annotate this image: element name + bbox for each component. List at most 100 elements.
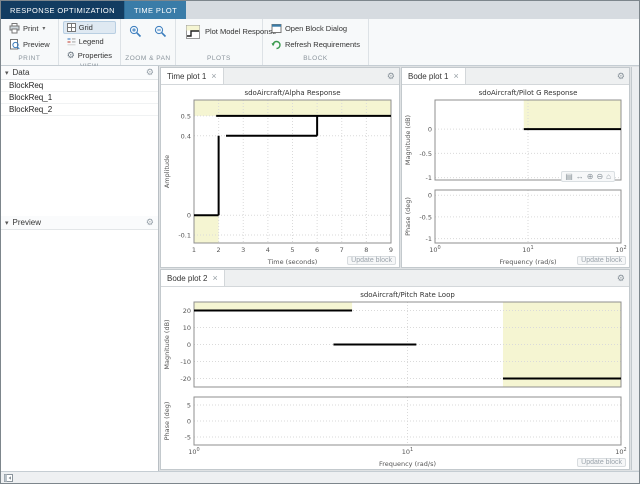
item-label: BlockReq_2: [9, 105, 52, 114]
tab-time-plot-1[interactable]: Time plot 1 ×: [161, 68, 224, 84]
tab-label: Bode plot 1: [408, 72, 448, 81]
print-label: Print: [23, 24, 38, 33]
svg-text:Frequency (rad/s): Frequency (rad/s): [499, 258, 556, 266]
sidebar-item-blockreq-1[interactable]: BlockReq_1: [1, 92, 158, 104]
gear-icon[interactable]: ⚙: [613, 273, 629, 284]
tab-label: TIME PLOT: [134, 6, 177, 15]
svg-text:102: 102: [615, 447, 626, 456]
svg-text:-20: -20: [180, 375, 191, 383]
svg-text:Frequency (rad/s): Frequency (rad/s): [379, 460, 436, 468]
toolbar-group-print: Print ▾ Preview PRINT: [1, 19, 59, 65]
tab-label: Bode plot 2: [167, 274, 207, 283]
svg-text:6: 6: [315, 246, 319, 254]
tab-bode-plot-2[interactable]: Bode plot 2 ×: [161, 270, 225, 286]
zoom-out-icon[interactable]: ⊖: [595, 172, 604, 181]
svg-text:Time (seconds): Time (seconds): [267, 258, 318, 266]
bode2-magnitude-canvas: 20100-10-20sdoAircraft/Pitch Rate LoopMa…: [161, 287, 629, 392]
zoom-in-button[interactable]: [125, 23, 146, 40]
bode1-magnitude-canvas: 0-0.5-1sdoAircraft/Pilot G ResponseMagni…: [402, 85, 629, 185]
preview-section-header[interactable]: ▾ Preview ⚙: [1, 216, 158, 230]
svg-text:20: 20: [183, 307, 191, 315]
dock-scrollbar[interactable]: [631, 67, 639, 470]
plot-model-response-label: Plot Model Response: [205, 28, 253, 37]
gear-icon[interactable]: ⚙: [613, 71, 629, 82]
svg-text:100: 100: [188, 447, 199, 456]
item-label: BlockReq: [9, 81, 43, 90]
gear-icon[interactable]: ⚙: [383, 71, 399, 82]
svg-text:-0.1: -0.1: [178, 232, 191, 240]
axes-toolbar: ▤ ↔ ⊕ ⊖ ⌂: [561, 171, 615, 182]
update-block-link[interactable]: Update block: [347, 256, 396, 265]
group-label-plots: PLOTS: [180, 54, 258, 65]
group-label-zoom-pan: ZOOM & PAN: [125, 54, 171, 65]
svg-text:sdoAircraft/Alpha Response: sdoAircraft/Alpha Response: [244, 89, 340, 97]
preview-icon: [9, 39, 20, 50]
dock-toggle-icon[interactable]: [4, 474, 13, 482]
toolbar-group-block: Open Block Dialog Refresh Requirements B…: [263, 19, 369, 65]
toolstrip: Print ▾ Preview PRINT: [1, 19, 639, 66]
tab-time-plot[interactable]: TIME PLOT: [124, 1, 186, 19]
sidebar-item-blockreq[interactable]: BlockReq: [1, 80, 158, 92]
svg-text:2: 2: [217, 246, 221, 254]
export-icon[interactable]: ▤: [564, 172, 574, 181]
plot-model-response-button[interactable]: Plot Model Response: [180, 21, 258, 43]
svg-text:0: 0: [187, 418, 191, 426]
svg-text:sdoAircraft/Pitch Rate Loop: sdoAircraft/Pitch Rate Loop: [360, 291, 455, 299]
svg-text:5: 5: [290, 246, 294, 254]
legend-toggle-button[interactable]: Legend: [63, 35, 116, 48]
close-icon[interactable]: ×: [453, 71, 458, 81]
panel-tabbar: Time plot 1 × ⚙: [161, 68, 399, 85]
svg-text:Phase (deg): Phase (deg): [163, 402, 171, 441]
print-button[interactable]: Print ▾: [5, 21, 54, 36]
svg-text:0.5: 0.5: [181, 112, 191, 120]
svg-text:0: 0: [428, 192, 432, 200]
legend-icon: [67, 37, 76, 46]
gear-icon[interactable]: ⚙: [146, 217, 154, 228]
tab-label: RESPONSE OPTIMIZATION: [10, 6, 115, 15]
svg-text:4: 4: [266, 246, 270, 254]
toolbar-group-zoom-pan: ZOOM & PAN: [121, 19, 176, 65]
sidebar-item-blockreq-2[interactable]: BlockReq_2: [1, 104, 158, 116]
close-icon[interactable]: ×: [212, 273, 217, 283]
svg-text:102: 102: [615, 245, 626, 254]
data-section-header[interactable]: ▾ Data ⚙: [1, 66, 158, 80]
home-icon[interactable]: ⌂: [605, 172, 612, 181]
preview-label: Preview: [23, 40, 50, 49]
bode2-phase-canvas: 50-5100101102Frequency (rad/s)Phase (deg…: [161, 392, 629, 469]
pan-icon[interactable]: ↔: [575, 172, 585, 181]
update-block-link[interactable]: Update block: [577, 458, 626, 467]
panel-tabbar: Bode plot 1 × ⚙: [402, 68, 629, 85]
svg-text:3: 3: [241, 246, 245, 254]
svg-text:101: 101: [522, 245, 533, 254]
close-icon[interactable]: ×: [211, 71, 216, 81]
svg-text:10: 10: [183, 324, 191, 332]
grid-toggle-button[interactable]: Grid: [63, 21, 116, 34]
group-label-print: PRINT: [5, 54, 54, 65]
tab-response-optimization[interactable]: RESPONSE OPTIMIZATION: [1, 1, 124, 19]
svg-text:0.4: 0.4: [181, 132, 191, 140]
response-optimization-window: RESPONSE OPTIMIZATION TIME PLOT Print ▾: [0, 0, 640, 484]
svg-text:-0.5: -0.5: [419, 150, 432, 158]
zoom-out-button[interactable]: [150, 23, 171, 40]
bode1-phase-canvas: 0-0.5-1100101102Frequency (rad/s)Phase (…: [402, 185, 629, 267]
group-label-block: BLOCK: [267, 54, 364, 65]
preview-button[interactable]: Preview: [5, 37, 54, 52]
gear-icon[interactable]: ⚙: [146, 67, 154, 78]
svg-text:9: 9: [389, 246, 393, 254]
svg-text:0: 0: [187, 341, 191, 349]
refresh-requirements-button[interactable]: Refresh Requirements: [267, 37, 364, 52]
svg-text:100: 100: [429, 245, 440, 254]
update-block-link[interactable]: Update block: [577, 256, 626, 265]
preview-empty-area: [1, 230, 158, 471]
properties-button[interactable]: ⚙ Properties: [63, 49, 116, 62]
toolstrip-tabs: RESPONSE OPTIMIZATION TIME PLOT: [1, 1, 639, 19]
tab-bode-plot-1[interactable]: Bode plot 1 ×: [402, 68, 466, 84]
open-block-dialog-button[interactable]: Open Block Dialog: [267, 21, 364, 36]
printer-icon: [9, 23, 20, 34]
dropdown-arrow-icon: ▾: [42, 25, 45, 32]
zoom-in-icon[interactable]: ⊕: [586, 172, 595, 181]
properties-icon: ⚙: [67, 51, 75, 60]
plot-response-icon: [185, 24, 201, 40]
svg-text:-0.5: -0.5: [419, 213, 432, 221]
block-dialog-icon: [271, 23, 282, 34]
